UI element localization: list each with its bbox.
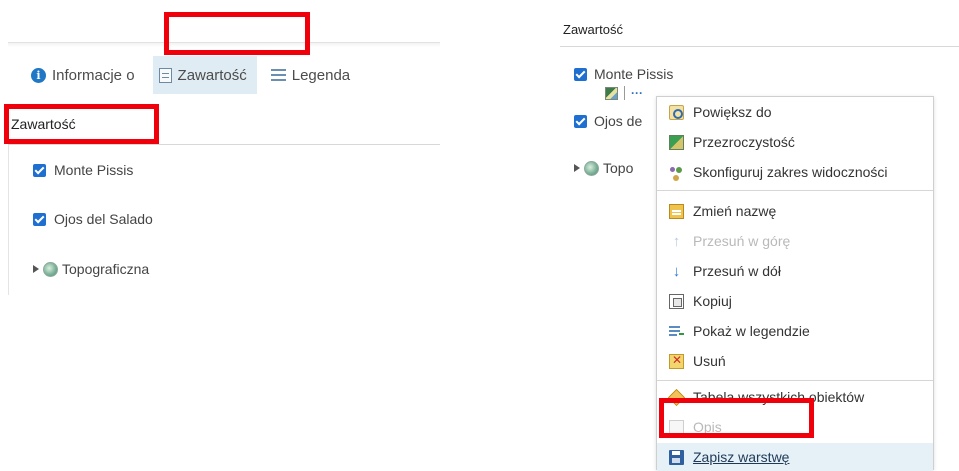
document-icon (158, 67, 172, 83)
delete-icon (669, 353, 684, 369)
right-panel: Zawartość Monte Pissis ··· Ojos de Topo … (560, 0, 959, 471)
menu-item-save-layer[interactable]: Zapisz warstwę (657, 443, 933, 471)
visibility-range-icon (669, 165, 684, 180)
panel-left-edge (8, 145, 9, 295)
globe-icon (584, 160, 599, 176)
layer-visibility-checkbox[interactable] (33, 212, 46, 226)
left-panel: i Informacje o Zawartość Legenda Zawarto… (0, 0, 440, 300)
arrow-up-icon: ↑ (672, 232, 681, 250)
zoom-to-icon (669, 104, 684, 120)
menu-item-move-up[interactable]: ↑ Przesuń w górę (657, 227, 933, 255)
menu-item-remove[interactable]: Usuń (657, 347, 933, 375)
menu-item-copy[interactable]: Kopiuj (657, 287, 933, 315)
layer-name: Ojos del Salado (54, 211, 153, 227)
layer-row-basemap[interactable]: Topo (574, 160, 633, 176)
layer-name: Topo (603, 160, 634, 176)
annotation-box-content-title (4, 104, 159, 144)
tab-content-label: Zawartość (177, 66, 247, 84)
content-section-title: Zawartość (563, 22, 623, 37)
layer-row-basemap[interactable]: Topograficzna (33, 261, 149, 277)
layer-row-monte-pissis[interactable]: Monte Pissis (33, 162, 133, 178)
section-divider (560, 46, 959, 47)
transparency-icon (669, 134, 684, 150)
layer-visibility-checkbox[interactable] (574, 114, 587, 128)
menu-separator (657, 380, 933, 381)
info-icon: i (31, 67, 46, 83)
layer-name: Monte Pissis (594, 66, 674, 82)
layer-legend-swatch-icon[interactable] (605, 86, 618, 100)
globe-icon (43, 261, 58, 277)
layer-visibility-checkbox[interactable] (574, 67, 587, 81)
more-options-icon[interactable]: ··· (631, 87, 643, 99)
tools-separator (624, 86, 625, 100)
layer-row-ojos-del-salado[interactable]: Ojos de (574, 113, 642, 129)
annotation-box-top (164, 12, 310, 55)
layer-row-ojos-del-salado[interactable]: Ojos del Salado (33, 211, 153, 227)
rename-icon (669, 203, 684, 219)
menu-item-transparency[interactable]: Przezroczystość (657, 128, 933, 156)
layer-name: Monte Pissis (54, 162, 134, 178)
layer-name: Ojos de (594, 113, 643, 129)
menu-separator (657, 190, 933, 191)
copy-icon (669, 293, 684, 309)
layer-visibility-checkbox[interactable] (33, 163, 46, 177)
annotation-box-menu (659, 398, 814, 438)
expand-arrow-icon[interactable] (33, 265, 39, 273)
menu-item-zoom-to[interactable]: Powiększ do (657, 98, 933, 126)
expand-arrow-icon[interactable] (574, 164, 580, 172)
menu-item-visibility-range[interactable]: Skonfiguruj zakres widoczności (657, 158, 933, 186)
menu-item-move-down[interactable]: ↓ Przesuń w dół (657, 257, 933, 285)
tab-content[interactable]: Zawartość (152, 56, 257, 94)
tab-legend[interactable]: Legenda (265, 56, 360, 94)
arrow-down-icon: ↓ (672, 262, 681, 280)
save-layer-icon (669, 449, 684, 465)
legend-icon (270, 68, 286, 82)
menu-item-show-in-legend[interactable]: Pokaż w legendzie (657, 317, 933, 345)
tab-legend-label: Legenda (291, 66, 351, 84)
tab-about[interactable]: i Informacje o (25, 56, 145, 94)
menu-item-rename[interactable]: Zmień nazwę (657, 197, 933, 225)
layer-row-monte-pissis[interactable]: Monte Pissis (574, 66, 673, 82)
show-legend-icon (669, 324, 684, 339)
tab-about-label: Informacje o (52, 66, 135, 84)
layer-tools: ··· (605, 86, 643, 100)
section-divider (8, 144, 440, 145)
details-tabs: i Informacje o Zawartość Legenda (25, 56, 360, 94)
layer-name: Topograficzna (62, 261, 150, 277)
